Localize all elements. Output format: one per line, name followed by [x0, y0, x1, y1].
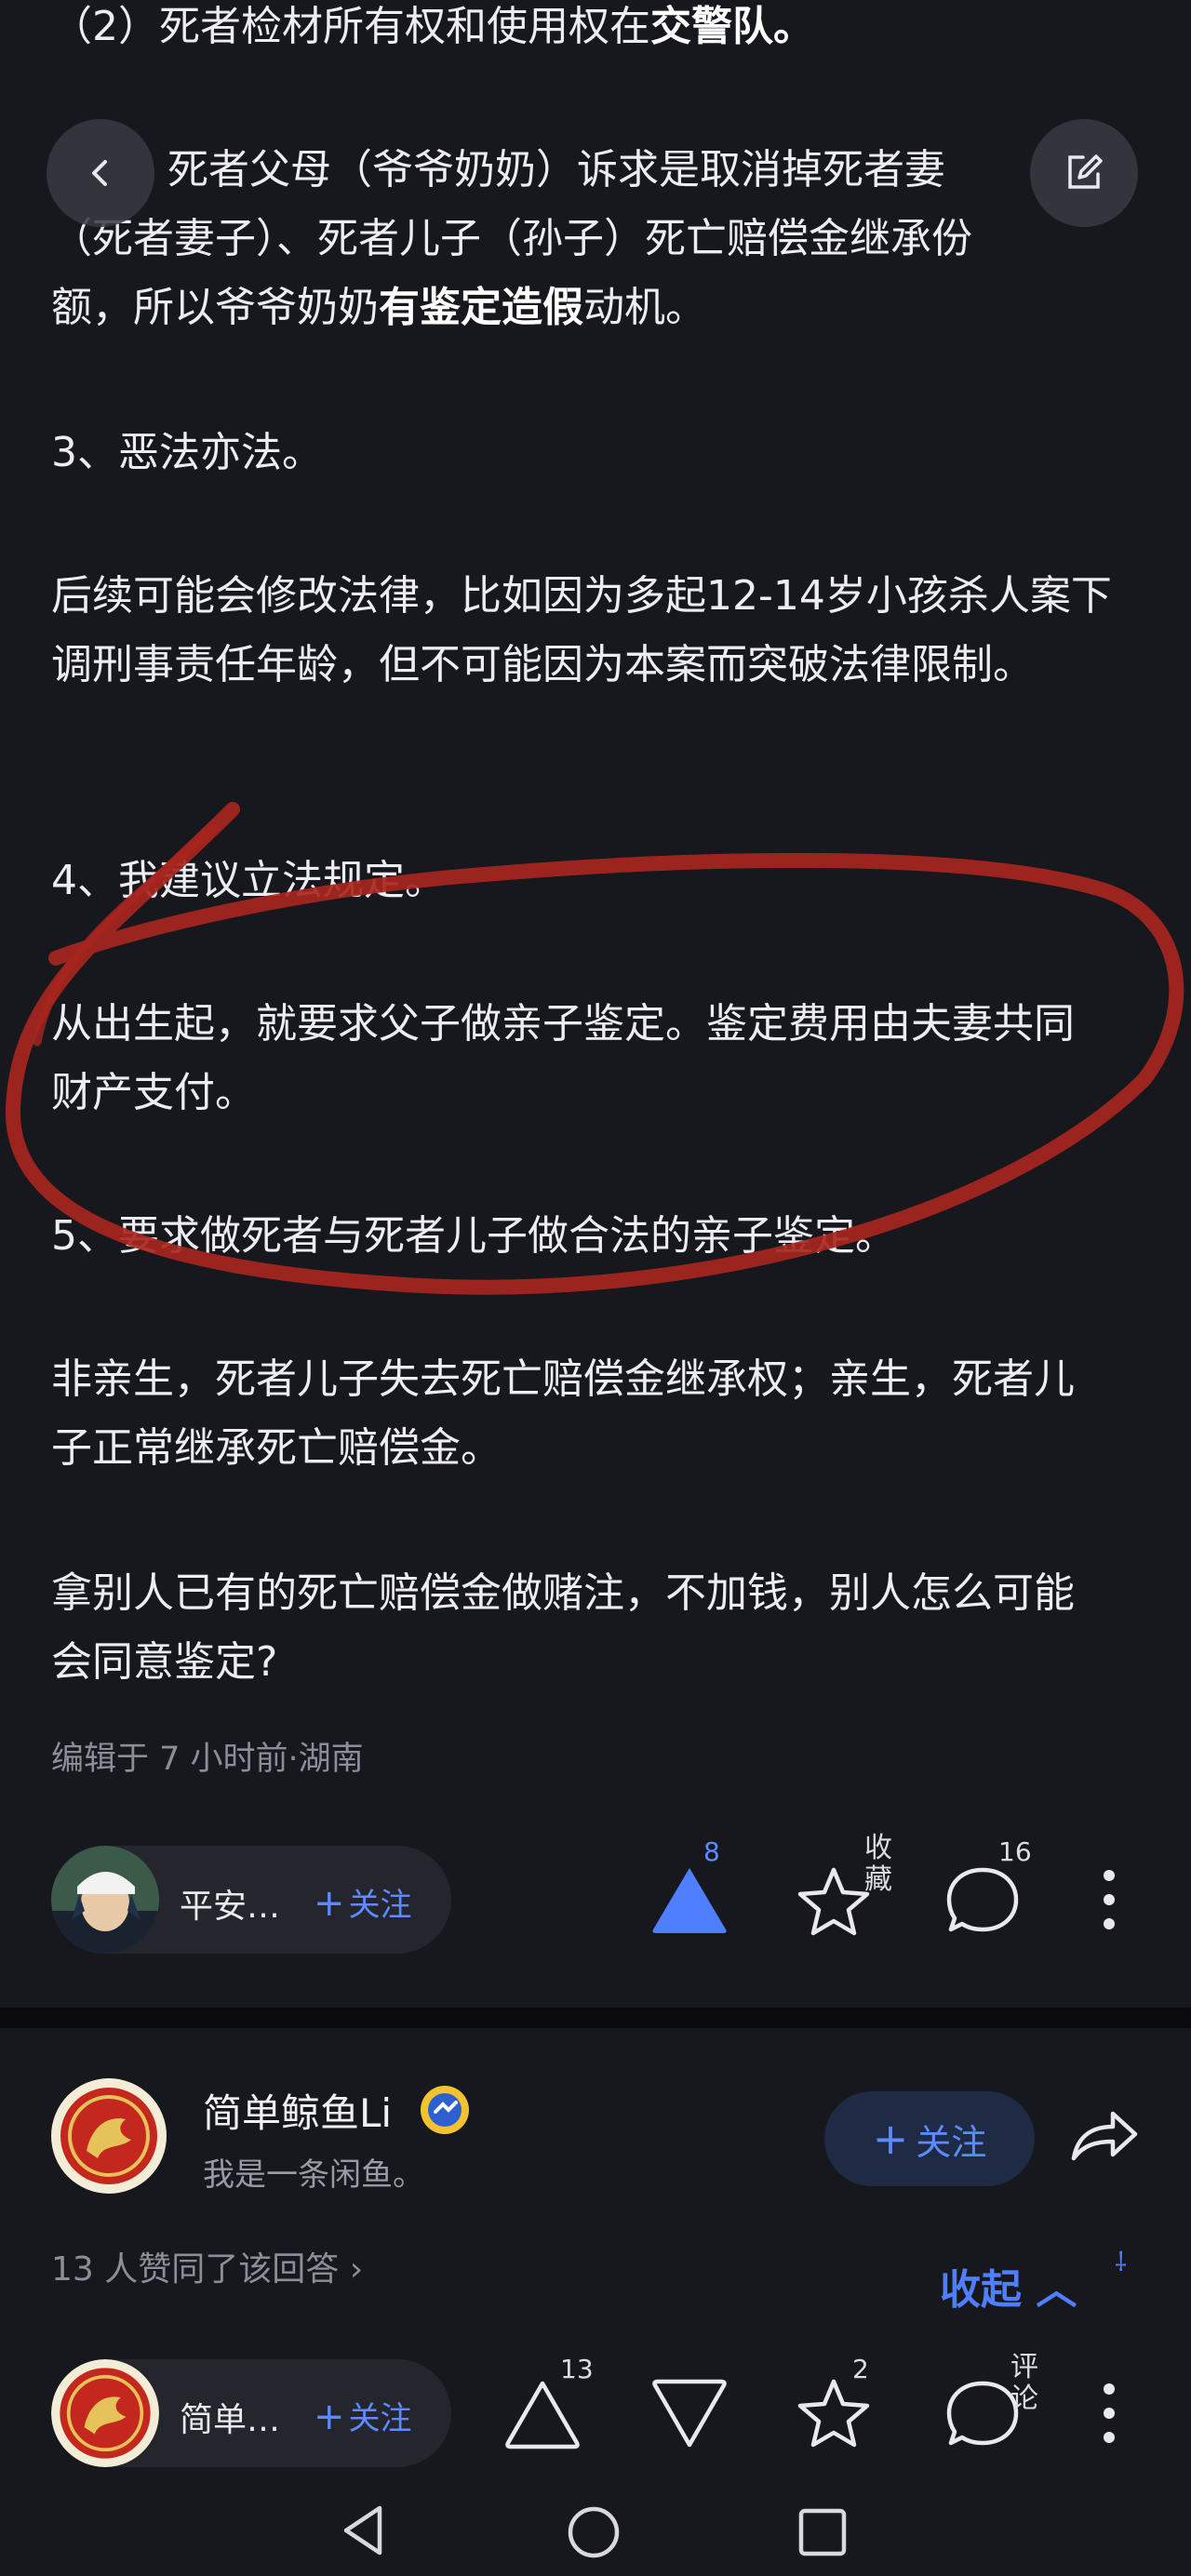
avatar[interactable]	[51, 2359, 159, 2467]
edit-meta: 编辑于 7 小时前·湖南	[51, 1741, 364, 1778]
star-icon[interactable]	[795, 2376, 873, 2450]
answer-preview-text	[37, 2318, 1154, 2341]
collect-label: 收藏	[864, 1832, 892, 1896]
downvote-icon[interactable]	[649, 2378, 729, 2450]
comment-label: 评论	[1010, 2351, 1038, 2415]
star-icon[interactable]	[795, 1864, 873, 1939]
comment-count: 16	[998, 1836, 1032, 1867]
edit-button[interactable]	[1030, 119, 1138, 227]
upvote-icon[interactable]	[502, 2378, 582, 2450]
author-name[interactable]: 简单鲸鱼Li	[203, 2082, 392, 2139]
nav-home-icon[interactable]	[566, 2504, 622, 2560]
favorite-count: 2	[852, 2354, 869, 2384]
upvote-count: 13	[560, 2354, 594, 2384]
author-chip-bottom[interactable]: 简单… + 关注	[51, 2359, 451, 2467]
upvote-filled-icon[interactable]	[649, 1864, 729, 1935]
edit-icon	[1068, 154, 1103, 189]
article-paragraph-bet: 拿别人已有的死亡赔偿金做赌注，不加钱，别人怎么可能会同意鉴定?	[51, 1569, 1075, 1686]
collapse-button[interactable]: 收起 ︿	[940, 2256, 1077, 2316]
author-name: 简单…	[180, 2401, 281, 2439]
system-nav-bar	[0, 2484, 1191, 2576]
upvote-count: 8	[703, 1836, 720, 1867]
author-chip[interactable]: 平安… + 关注	[51, 1846, 451, 1954]
answer-preview-clipped	[37, 2318, 1154, 2341]
author-avatar-dragon[interactable]	[51, 2078, 167, 2194]
share-icon[interactable]	[1066, 2102, 1141, 2168]
chevron-left-icon	[92, 160, 107, 186]
red-annotation-scribble	[5, 802, 1184, 1295]
article-paragraph-law: 后续可能会修改法律，比如因为多起12-14岁小孩杀人案下调刑事责任年龄，但不可能…	[51, 572, 1112, 688]
nav-recents-icon[interactable]	[796, 2506, 849, 2558]
article-line-top: （2）死者检材所有权和使用权在交警队。	[51, 3, 814, 50]
more-vertical-icon[interactable]	[1098, 1866, 1120, 1933]
follow-button-large[interactable]: + 关注	[824, 2091, 1035, 2186]
more-vertical-icon[interactable]	[1098, 2380, 1120, 2447]
avatar[interactable]	[51, 1846, 159, 1954]
article-paragraph-parents-3: 额，所以爷爷奶奶有鉴定造假动机。	[51, 284, 706, 331]
agree-count[interactable]: 13 人赞同了该回答 ›	[51, 2242, 363, 2290]
author-name: 平安…	[180, 1888, 281, 1926]
comment-icon[interactable]	[943, 1862, 1022, 1937]
follow-button[interactable]: + 关注	[314, 2393, 412, 2438]
nav-back-icon[interactable]	[339, 2503, 385, 2558]
article-paragraph-parents-2: （死者妻子）、死者儿子（孙子）死亡赔偿金继承份	[51, 215, 972, 262]
article-point-3: 3、恶法亦法。	[51, 429, 323, 476]
collapse-hint-icon: ⸸	[1115, 2247, 1128, 2277]
follow-button[interactable]: + 关注	[314, 1879, 412, 1925]
section-divider	[0, 2008, 1191, 2028]
article-paragraph-nonbio: 非亲生，死者儿子失去死亡赔偿金继承权；亲生，死者儿子正常继承死亡赔偿金。	[51, 1355, 1075, 1472]
back-button[interactable]	[47, 119, 154, 227]
article-paragraph-parents-1: 死者父母（爷爷奶奶）诉求是取消掉死者妻	[167, 146, 945, 194]
badge-icon	[421, 2086, 469, 2134]
author-bio: 我是一条闲鱼。	[203, 2156, 424, 2194]
